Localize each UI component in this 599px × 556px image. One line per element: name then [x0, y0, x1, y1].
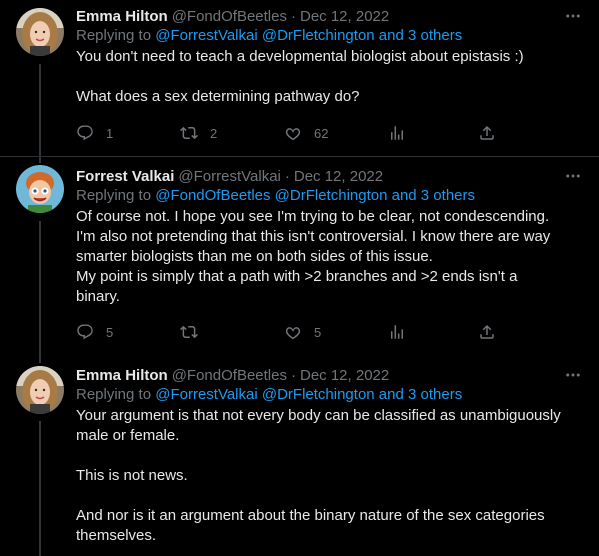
like-button[interactable]: 5 [284, 322, 388, 342]
tweet-text: Of course not. I hope you see I'm trying… [76, 207, 583, 307]
share-icon [478, 124, 496, 142]
reply-button[interactable]: 1 [76, 123, 180, 143]
tweet-header: Emma Hilton @FondOfBeetles · Dec 12, 202… [76, 365, 583, 385]
reply-icon [76, 323, 94, 341]
thread-connector [39, 357, 41, 363]
views-icon [388, 323, 406, 341]
share-button[interactable] [478, 322, 498, 342]
tweet-paragraph: What does a sex determining pathway do? [76, 88, 360, 105]
more-icon[interactable] [563, 166, 583, 186]
tweet-actions: 1 2 62 [76, 123, 508, 143]
views-button[interactable] [388, 123, 478, 143]
tweet-line: binary. [76, 288, 120, 305]
retweet-button[interactable]: 2 [180, 123, 284, 143]
author-name[interactable]: Emma Hilton [76, 367, 168, 384]
avatar[interactable] [16, 8, 64, 56]
views-icon [388, 124, 406, 142]
tweet-line: And nor is it an argument about the bina… [76, 507, 545, 524]
replying-to: Replying to @FondOfBeetles @DrFletchingt… [76, 187, 583, 207]
replying-to-links[interactable]: @ForrestValkai @DrFletchington and 3 oth… [155, 386, 462, 403]
tweet-text: You don't need to teach a developmental … [76, 47, 583, 107]
retweet-button[interactable] [180, 322, 284, 342]
tweet-line: I'm also not pretending that this isn't … [76, 228, 551, 245]
tweet-header: Emma Hilton @FondOfBeetles · Dec 12, 202… [76, 6, 583, 26]
separator: · [290, 366, 296, 384]
separator: · [290, 7, 296, 25]
tweet-date[interactable]: Dec 12, 2022 [300, 8, 389, 25]
replying-to: Replying to @ForrestValkai @DrFletchingt… [76, 386, 583, 406]
like-count: 5 [314, 324, 322, 340]
reply-icon [76, 124, 94, 142]
more-icon[interactable] [563, 6, 583, 26]
tweet-text: Your argument is that not every body can… [76, 406, 583, 546]
tweet-date[interactable]: Dec 12, 2022 [300, 367, 389, 384]
thread-connector [39, 421, 41, 556]
avatar-emma-image [16, 8, 64, 56]
like-icon [284, 323, 302, 341]
more-icon[interactable] [563, 365, 583, 385]
replying-prefix: Replying to [76, 187, 152, 204]
author-handle[interactable]: @FondOfBeetles [172, 367, 287, 384]
tweet-line: This is not news. [76, 467, 188, 484]
tweet-line: Your argument is that not every body can… [76, 407, 561, 424]
tweet-date[interactable]: Dec 12, 2022 [294, 168, 383, 185]
tweet-2[interactable]: Forrest Valkai @ForrestValkai · Dec 12, … [0, 157, 599, 357]
tweet-content: Emma Hilton @FondOfBeetles · Dec 12, 202… [76, 365, 583, 546]
tweet-line: smarter biologists than me on both sides… [76, 248, 433, 265]
share-button[interactable] [478, 123, 498, 143]
tweet-actions: 5 5 [76, 322, 508, 342]
thread-connector [39, 157, 41, 163]
avatar[interactable] [16, 165, 64, 213]
retweet-icon [180, 323, 198, 341]
avatar-forrest-image [16, 165, 64, 213]
author-handle[interactable]: @FondOfBeetles [172, 8, 287, 25]
views-button[interactable] [388, 322, 478, 342]
separator: · [284, 167, 290, 185]
reply-count: 1 [106, 125, 114, 141]
tweet-line: themselves. [76, 527, 157, 544]
replying-to: Replying to @ForrestValkai @DrFletchingt… [76, 27, 583, 47]
replying-prefix: Replying to [76, 27, 152, 44]
tweet-paragraph: You don't need to teach a developmental … [76, 48, 524, 65]
like-button[interactable]: 62 [284, 123, 388, 143]
reply-button[interactable]: 5 [76, 322, 180, 342]
author-name[interactable]: Forrest Valkai [76, 168, 174, 185]
tweet-3[interactable]: Emma Hilton @FondOfBeetles · Dec 12, 202… [0, 357, 599, 556]
retweet-count: 2 [210, 125, 218, 141]
tweet-1[interactable]: Emma Hilton @FondOfBeetles · Dec 12, 202… [0, 0, 599, 157]
thread-connector [39, 64, 41, 157]
reply-count: 5 [106, 324, 114, 340]
tweet-header: Forrest Valkai @ForrestValkai · Dec 12, … [76, 166, 583, 186]
thread-connector [39, 221, 41, 357]
replying-prefix: Replying to [76, 386, 152, 403]
tweet-content: Forrest Valkai @ForrestValkai · Dec 12, … [76, 166, 583, 307]
like-icon [284, 124, 302, 142]
tweet-line: male or female. [76, 427, 180, 444]
tweet-line: My point is simply that a path with >2 b… [76, 268, 518, 285]
retweet-icon [180, 124, 198, 142]
author-name[interactable]: Emma Hilton [76, 8, 168, 25]
tweet-content: Emma Hilton @FondOfBeetles · Dec 12, 202… [76, 6, 583, 107]
share-icon [478, 323, 496, 341]
like-count: 62 [314, 125, 329, 141]
author-handle[interactable]: @ForrestValkai [178, 168, 280, 185]
replying-to-links[interactable]: @FondOfBeetles @DrFletchington and 3 oth… [155, 187, 475, 204]
avatar-emma-image [16, 366, 64, 414]
replying-to-links[interactable]: @ForrestValkai @DrFletchington and 3 oth… [155, 27, 462, 44]
tweet-line: Of course not. I hope you see I'm trying… [76, 208, 550, 225]
avatar[interactable] [16, 366, 64, 414]
